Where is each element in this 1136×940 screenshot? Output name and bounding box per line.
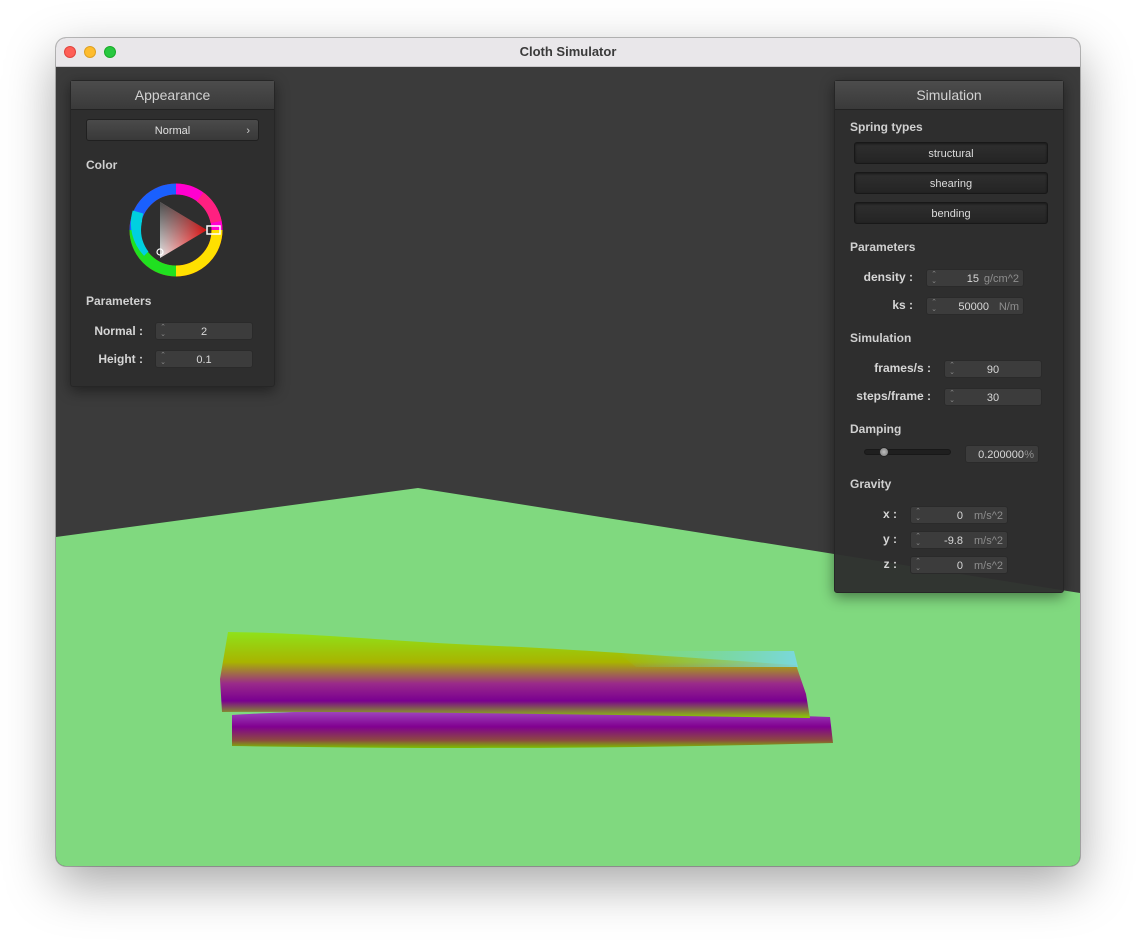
simulation-panel: Simulation Spring types structural shear… bbox=[834, 80, 1064, 593]
cloth-highlight bbox=[616, 651, 798, 667]
ks-input[interactable]: ⌃ ⌄ 50000 N/m bbox=[926, 297, 1024, 315]
simulation-section-label: Simulation bbox=[850, 331, 912, 345]
structural-toggle[interactable]: structural bbox=[854, 142, 1048, 164]
gravity-z-input[interactable]: ⌃ ⌄ 0 m/s^2 bbox=[910, 556, 1008, 574]
ks-label: ks : bbox=[892, 298, 913, 312]
window-title: Cloth Simulator bbox=[519, 44, 617, 59]
color-wheel[interactable] bbox=[128, 182, 224, 278]
height-input[interactable]: ⌃ ⌄ 0.1 bbox=[155, 350, 253, 368]
height-label: Height : bbox=[98, 352, 143, 366]
simulation-header[interactable]: Simulation bbox=[835, 81, 1063, 110]
spring-types-label: Spring types bbox=[850, 120, 923, 134]
fps-input[interactable]: ⌃ ⌄ 90 bbox=[944, 360, 1042, 378]
gravity-y-label: y : bbox=[882, 532, 897, 546]
gravity-x-label: x : bbox=[882, 507, 897, 521]
fps-label: frames/s : bbox=[874, 361, 931, 375]
damping-slider-knob[interactable] bbox=[879, 447, 890, 457]
gravity-label: Gravity bbox=[850, 477, 892, 491]
gravity-x-input[interactable]: ⌃ ⌄ 0 m/s^2 bbox=[910, 506, 1008, 524]
appearance-panel: Appearance Normal › Color Parameters Nor… bbox=[70, 80, 275, 387]
gravity-z-label: z : bbox=[883, 557, 897, 571]
bending-toggle[interactable]: bending bbox=[854, 202, 1048, 224]
appearance-header[interactable]: Appearance bbox=[71, 81, 274, 110]
steps-per-frame-input[interactable]: ⌃ ⌄ 30 bbox=[944, 388, 1042, 406]
stepper-icon[interactable]: ⌃ ⌄ bbox=[915, 558, 921, 572]
normal-label: Normal : bbox=[94, 324, 143, 338]
color-label: Color bbox=[86, 158, 118, 172]
stepper-icon[interactable]: ⌃ ⌄ bbox=[931, 299, 937, 313]
appearance-parameters-label: Parameters bbox=[86, 294, 152, 308]
stepper-icon[interactable]: ⌃ ⌄ bbox=[915, 533, 921, 547]
damping-slider[interactable] bbox=[864, 449, 951, 455]
shader-dropdown-label: Normal bbox=[154, 125, 191, 137]
damping-label: Damping bbox=[850, 422, 902, 436]
chevron-right-icon: › bbox=[246, 125, 250, 137]
stepper-icon[interactable]: ⌃ ⌄ bbox=[931, 271, 937, 285]
stepper-icon[interactable]: ⌃ ⌄ bbox=[915, 508, 921, 522]
steps-per-frame-label: steps/frame : bbox=[856, 389, 931, 403]
density-input[interactable]: ⌃ ⌄ 15 g/cm^2 bbox=[926, 269, 1024, 287]
simulation-parameters-label: Parameters bbox=[850, 240, 916, 254]
app-window: Cloth Simulator Appearance Normal › Colo… bbox=[56, 38, 1080, 866]
title-bar: Cloth Simulator bbox=[56, 38, 1080, 67]
density-label: density : bbox=[863, 270, 913, 284]
shearing-toggle[interactable]: shearing bbox=[854, 172, 1048, 194]
normal-input[interactable]: ⌃ ⌄ 2 bbox=[155, 322, 253, 340]
damping-input[interactable]: 0.200000 % bbox=[965, 445, 1039, 463]
gravity-y-input[interactable]: ⌃ ⌄ -9.8 m/s^2 bbox=[910, 531, 1008, 549]
shader-dropdown[interactable]: Normal › bbox=[86, 119, 259, 141]
